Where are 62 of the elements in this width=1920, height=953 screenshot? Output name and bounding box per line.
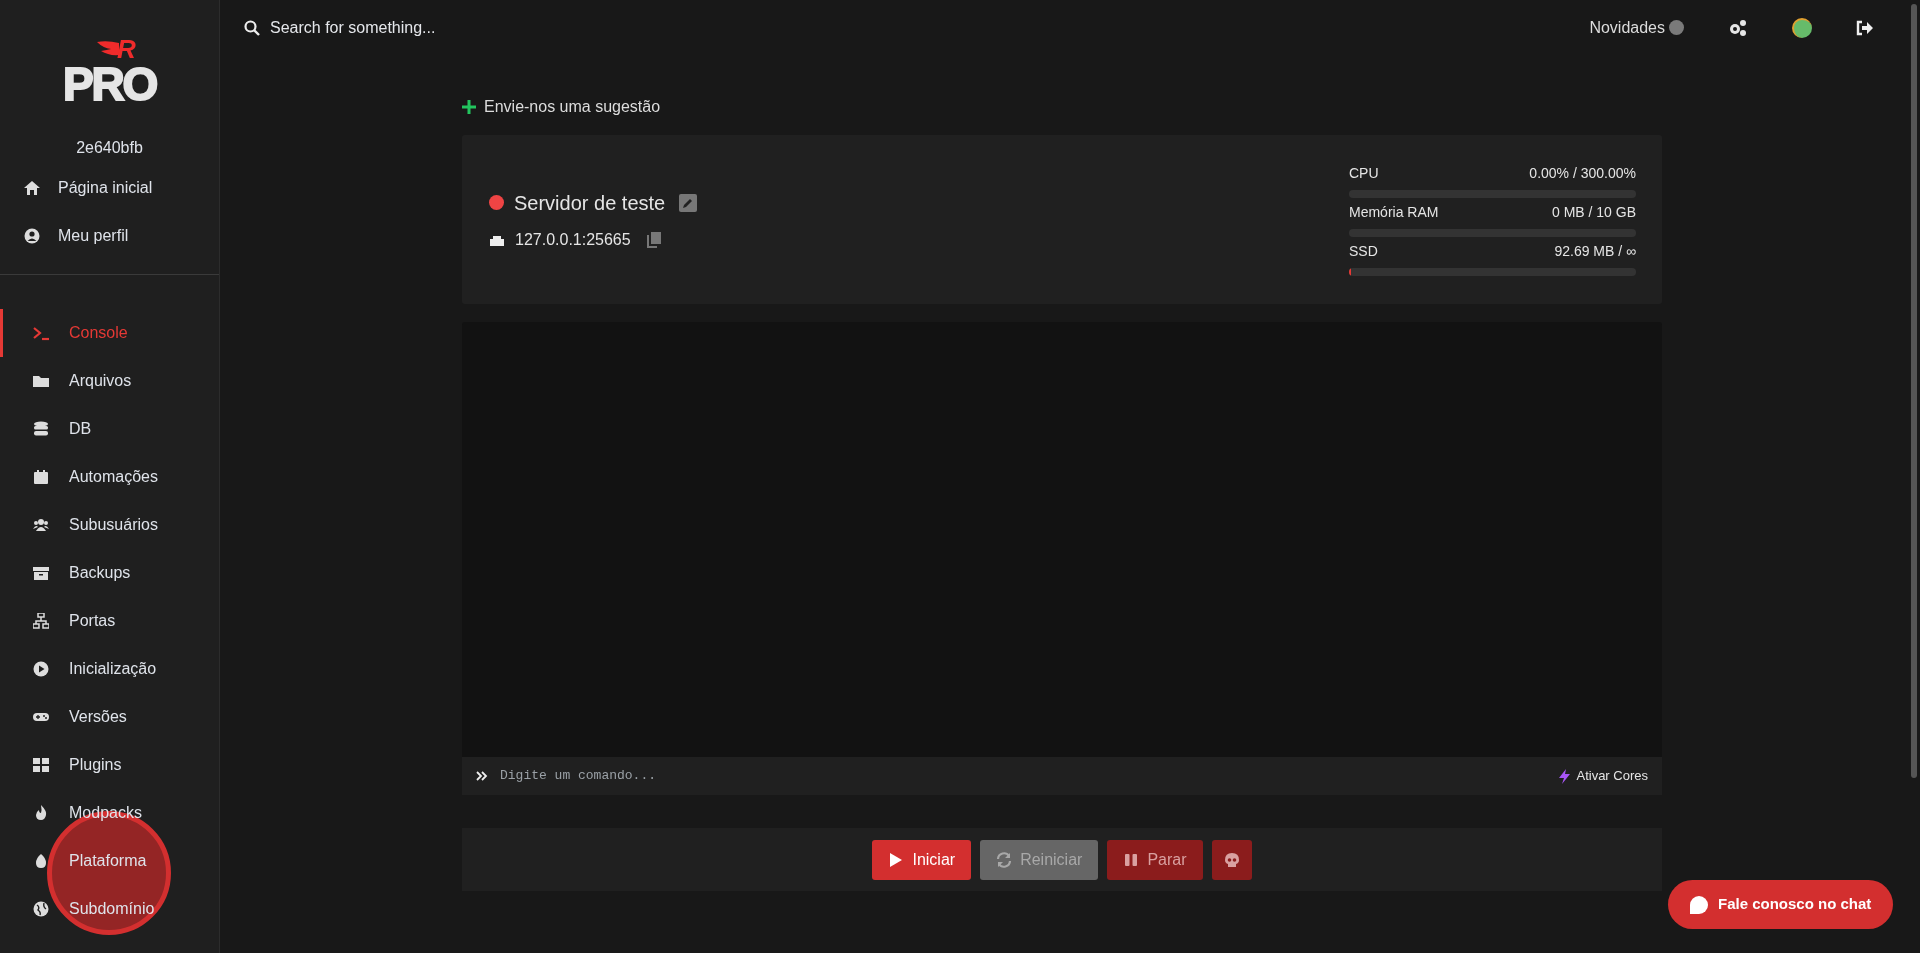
terminal-icon: [33, 325, 49, 341]
pause-icon: [1123, 851, 1140, 868]
news-indicator-icon: [1669, 20, 1684, 35]
sidebar-item[interactable]: Subusuários: [0, 501, 219, 549]
home-icon: [24, 180, 40, 196]
sidebar-item[interactable]: Automações: [0, 453, 219, 501]
calendar-icon: [33, 469, 49, 485]
database-icon: [33, 421, 49, 437]
folder-icon: [33, 373, 49, 389]
chevrons-icon: [476, 770, 488, 782]
network-icon: [33, 613, 49, 629]
logo-text: PRO: [63, 62, 156, 106]
stat-label: SSD: [1349, 242, 1378, 261]
ethernet-icon: [489, 233, 505, 246]
copy-icon[interactable]: [646, 231, 661, 248]
sidebar-item[interactable]: Versões: [0, 693, 219, 741]
users-icon: [33, 517, 49, 533]
sidebar-item[interactable]: Backups: [0, 549, 219, 597]
suggestion-link[interactable]: Envie-nos uma sugestão: [462, 95, 661, 119]
globe-icon: [33, 901, 49, 917]
news-link[interactable]: Novidades: [1589, 15, 1665, 40]
stat-label: CPU: [1349, 164, 1379, 183]
sidebar-item[interactable]: Plugins: [0, 741, 219, 789]
server-address: 127.0.0.1:25665: [515, 229, 631, 250]
sidebar-item[interactable]: Portas: [0, 597, 219, 645]
sidebar-item[interactable]: Arquivos: [0, 357, 219, 405]
sidebar-link[interactable]: Meu perfil: [24, 212, 129, 260]
colors-button[interactable]: Ativar Cores: [1559, 766, 1648, 786]
skull-icon: [1223, 851, 1240, 868]
sidebar-item[interactable]: Subdomínio: [0, 885, 219, 933]
settings-icon[interactable]: [1728, 18, 1748, 37]
chat-button[interactable]: Fale conosco no chat: [1668, 880, 1894, 929]
command-input[interactable]: Digite um comando...: [500, 766, 1548, 786]
flame-icon: [33, 805, 49, 821]
stat-reading: 92.69 MB / ∞: [1554, 242, 1636, 261]
user-icon: [24, 228, 40, 244]
play-icon: [33, 661, 49, 677]
start-button[interactable]: Iniciar: [872, 839, 972, 880]
chat-bubble-icon: [1690, 895, 1708, 914]
sidebar-item[interactable]: DB: [0, 405, 219, 453]
command-field[interactable]: Digite um comando... Ativar Cores: [462, 757, 1662, 795]
server-id: 2e640bfb: [76, 138, 143, 158]
search-icon: [244, 19, 260, 36]
sidebar-item[interactable]: Inicialização: [0, 645, 219, 693]
avatar-icon[interactable]: [1792, 17, 1812, 38]
plus-icon: [462, 100, 476, 114]
sidebar-link[interactable]: Página inicial: [24, 164, 153, 212]
archive-icon: [33, 565, 49, 581]
stat-reading: 0.00% / 300.00%: [1529, 164, 1636, 183]
server-name: Servidor de teste: [514, 190, 666, 216]
logout-icon[interactable]: [1856, 19, 1874, 36]
search-input[interactable]: Search for something...: [270, 15, 570, 40]
lightning-icon: [1559, 768, 1571, 784]
grid-icon: [33, 757, 49, 773]
sidebar-item[interactable]: Plataforma: [0, 837, 219, 885]
sidebar-item[interactable]: Console: [0, 309, 219, 357]
logo-mark: R: [117, 36, 136, 62]
refresh-icon: [996, 851, 1013, 868]
stat-label: Memória RAM: [1349, 203, 1439, 222]
edit-icon[interactable]: [679, 193, 698, 212]
egg-icon: [33, 853, 49, 869]
stat-reading: 0 MB / 10 GB: [1551, 203, 1636, 222]
